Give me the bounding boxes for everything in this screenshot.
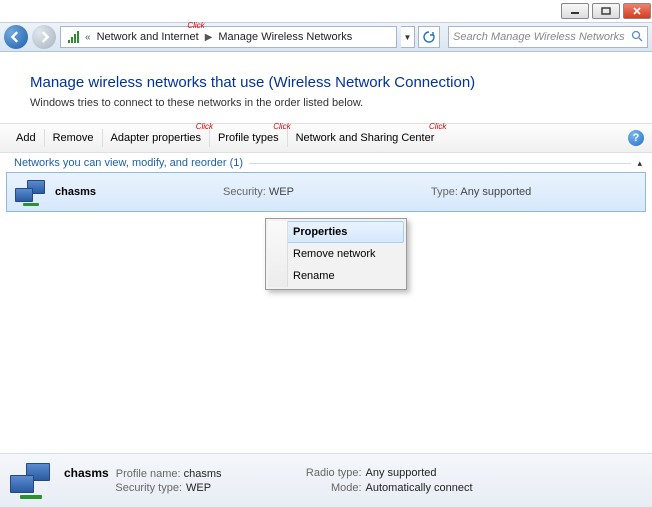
close-button[interactable] <box>623 3 651 19</box>
security-type-value: WEP <box>186 481 211 496</box>
type-label: Type: <box>431 186 458 198</box>
mode-label: Mode: <box>292 481 362 496</box>
toolbar-label: Adapter properties <box>111 132 202 144</box>
profile-types-button[interactable]: Profile types Click <box>210 132 287 144</box>
page-title: Manage wireless networks that use (Wirel… <box>30 74 630 91</box>
security-type-label: Security type: <box>64 481 182 496</box>
page-subtitle: Windows tries to connect to these networ… <box>0 97 652 123</box>
refresh-button[interactable] <box>418 26 440 48</box>
breadcrumb[interactable]: « Network and Internet Click ▶ Manage Wi… <box>60 26 397 48</box>
group-header-label: Networks you can view, modify, and reord… <box>14 157 243 169</box>
network-type: Type: Any supported <box>431 186 637 198</box>
maximize-button[interactable] <box>592 3 620 19</box>
add-button[interactable]: Add <box>8 132 44 144</box>
security-label: Security: <box>223 186 266 198</box>
remove-button[interactable]: Remove <box>45 132 102 144</box>
network-list: chasms Security: WEP Type: Any supported <box>0 172 652 422</box>
back-button[interactable] <box>4 25 28 49</box>
navigation-bar: « Network and Internet Click ▶ Manage Wi… <box>0 22 652 52</box>
minimize-button[interactable] <box>561 3 589 19</box>
context-menu: Properties Remove network Rename <box>265 218 407 290</box>
radio-type-label: Radio type: <box>292 466 362 481</box>
search-icon <box>631 30 643 45</box>
search-input[interactable]: Search Manage Wireless Networks <box>448 26 648 48</box>
profile-name-label: Profile name: <box>116 468 181 480</box>
group-divider <box>249 163 631 164</box>
radio-type-value: Any supported <box>366 466 437 481</box>
breadcrumb-label: Network and Internet <box>97 31 199 43</box>
type-value: Any supported <box>460 186 531 198</box>
network-row-chasms[interactable]: chasms Security: WEP Type: Any supported <box>6 172 646 212</box>
security-value: WEP <box>269 186 294 198</box>
context-menu-gutter <box>268 221 288 287</box>
help-icon[interactable]: ? <box>628 130 644 146</box>
breadcrumb-manage-wireless[interactable]: Manage Wireless Networks <box>216 31 354 43</box>
group-header: Networks you can view, modify, and reord… <box>0 153 652 172</box>
click-annotation: Click <box>273 122 290 131</box>
page-heading-row: Manage wireless networks that use (Wirel… <box>0 52 652 97</box>
search-placeholder: Search Manage Wireless Networks <box>453 31 625 43</box>
profile-name-value: chasms <box>184 468 222 480</box>
click-annotation: Click <box>187 21 204 30</box>
network-icon <box>15 178 47 206</box>
breadcrumb-sep: « <box>83 32 93 43</box>
context-menu-properties[interactable]: Properties <box>268 221 404 243</box>
toolbar-label: Network and Sharing Center <box>296 132 435 144</box>
details-pane: chasms Profile name: chasms Security typ… <box>0 453 652 507</box>
collapse-icon[interactable]: ▴ <box>637 158 642 169</box>
network-security: Security: WEP <box>223 186 423 198</box>
toolbar: Add Remove Adapter properties Click Prof… <box>0 123 652 153</box>
click-annotation: Click <box>429 122 446 131</box>
forward-button[interactable] <box>32 25 56 49</box>
network-sharing-center-button[interactable]: Network and Sharing Center Click <box>288 132 443 144</box>
signal-icon <box>65 30 81 44</box>
mode-value: Automatically connect <box>366 481 473 496</box>
chevron-right-icon[interactable]: ▶ <box>203 32 215 43</box>
adapter-properties-button[interactable]: Adapter properties Click <box>103 132 210 144</box>
click-annotation: Click <box>196 122 213 131</box>
breadcrumb-network-internet[interactable]: Network and Internet Click <box>95 31 201 43</box>
details-title: chasms <box>64 466 109 480</box>
breadcrumb-dropdown[interactable]: ▼ <box>401 26 415 48</box>
context-menu-rename[interactable]: Rename <box>268 265 404 287</box>
network-icon <box>10 461 54 501</box>
context-menu-remove[interactable]: Remove network <box>268 243 404 265</box>
title-bar <box>0 0 652 22</box>
network-name: chasms <box>55 186 215 198</box>
toolbar-label: Profile types <box>218 132 279 144</box>
